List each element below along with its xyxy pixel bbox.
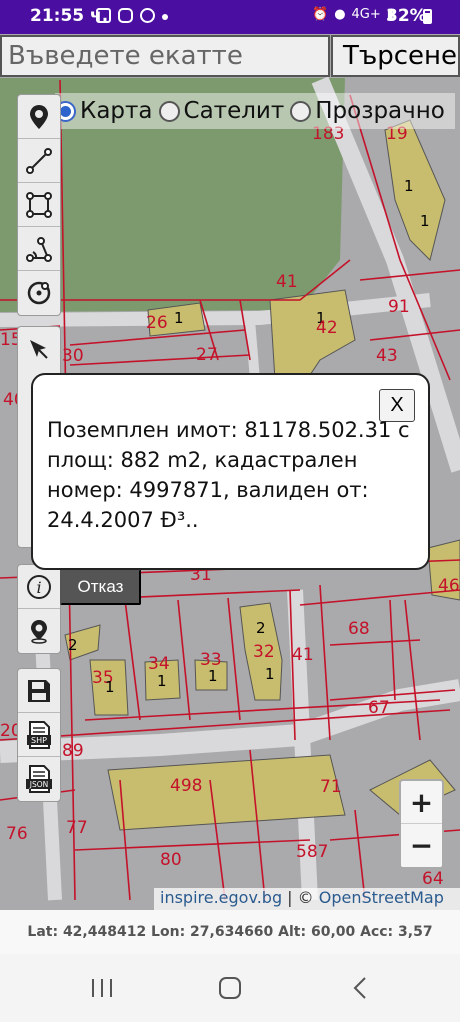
drawing-toolbar: [17, 94, 61, 316]
export-toolbar: SHP JSON: [17, 668, 61, 802]
parcel-info-text: Поземплен имот: 81178.502.31 с площ: 882…: [47, 418, 410, 532]
building-floors: 1: [157, 672, 167, 690]
cancel-button[interactable]: Отказ: [60, 569, 141, 605]
pointer-icon: [30, 340, 48, 359]
back-button[interactable]: [340, 972, 380, 1004]
parcel-number: 498: [170, 776, 203, 796]
line-button[interactable]: [18, 139, 60, 183]
parcel-number: 32: [253, 642, 275, 662]
radio-unchecked-icon: [158, 100, 180, 122]
radio-unchecked-icon: [290, 100, 312, 122]
home-button[interactable]: [210, 972, 250, 1004]
location-pin-icon: [31, 620, 47, 644]
alarm-icon: ⏰: [312, 7, 329, 22]
info-toolbar: i: [17, 564, 61, 654]
building-floors: 1: [208, 667, 218, 685]
parcel-number: 80: [160, 850, 182, 870]
parcel-number: 30: [62, 346, 84, 366]
info-button[interactable]: i: [18, 565, 60, 609]
svg-text:SHP: SHP: [31, 736, 47, 745]
layer-selector: Карта Сателит Прозрачно: [55, 93, 455, 129]
parcel-number: 71: [320, 777, 342, 797]
building-floors: 1: [174, 309, 184, 327]
building-floors: 2: [256, 619, 266, 637]
save-icon: [28, 679, 50, 702]
svg-text:i: i: [36, 578, 41, 597]
circle-icon: [27, 281, 51, 305]
system-nav-bar: [0, 954, 460, 1022]
parcel-number: 43: [376, 346, 398, 366]
circle-button[interactable]: [18, 271, 60, 315]
parcel-number: 64: [422, 869, 444, 889]
parcel-number: 89: [62, 741, 84, 761]
pointer-button[interactable]: [18, 327, 60, 371]
building-floors: 1: [404, 177, 414, 195]
marker-icon: [30, 104, 48, 129]
home-icon: [219, 977, 241, 999]
polygon-button[interactable]: [18, 183, 60, 227]
zoom-control: + −: [399, 779, 444, 869]
export-shp-button[interactable]: SHP: [18, 713, 60, 757]
save-button[interactable]: [18, 669, 60, 713]
search-button[interactable]: Търсене: [331, 35, 460, 77]
my-location-button[interactable]: [18, 609, 60, 653]
instagram-icon: [118, 8, 133, 23]
layer-label-map: Карта: [80, 98, 153, 124]
parcel-info-popup: X Поземплен имот: 81178.502.31 с площ: 8…: [31, 373, 430, 570]
line-icon: [26, 147, 52, 174]
network-label: 4G+: [351, 7, 381, 22]
ekatte-search-input[interactable]: [0, 35, 330, 77]
shp-file-icon: SHP: [27, 720, 51, 749]
zoom-out-button[interactable]: −: [401, 824, 442, 867]
parcel-number: 34: [148, 654, 170, 674]
battery-icon: [423, 9, 432, 24]
status-right-icons: ⏰ ● 4G+ ▮: [312, 7, 394, 22]
dot-icon: [162, 14, 168, 20]
parcel-number: 67: [368, 698, 390, 718]
parcel-number: 91: [388, 297, 410, 317]
osm-link[interactable]: OpenStreetMap: [319, 888, 444, 907]
layer-label-satellite: Сателит: [183, 98, 285, 124]
location-icon: ●: [334, 7, 346, 22]
layer-option-map[interactable]: Карта: [55, 98, 153, 124]
marker-button[interactable]: [18, 95, 60, 139]
parcel-number: 46: [438, 576, 460, 596]
building-floors: 2: [68, 636, 78, 654]
battery-percent: 32%: [386, 6, 427, 26]
info-icon: i: [27, 574, 51, 599]
parcel-number: 42: [316, 318, 338, 338]
angle-icon: [26, 236, 52, 262]
json-file-icon: JSON: [26, 765, 52, 793]
layer-option-transparent[interactable]: Прозрачно: [290, 98, 445, 124]
parcel-number: 27: [196, 345, 218, 365]
attribution-separator: | ©: [282, 888, 319, 907]
inspire-link[interactable]: inspire.egov.bg: [160, 888, 282, 907]
recent-apps-button[interactable]: [82, 972, 122, 1004]
parcel-number: 26: [146, 313, 168, 333]
svg-text:JSON: JSON: [29, 780, 49, 789]
building-floors: 1: [420, 212, 430, 230]
back-icon: [353, 977, 366, 999]
building-floors: 1: [265, 665, 275, 683]
recent-apps-icon: [92, 979, 112, 997]
export-json-button[interactable]: JSON: [18, 757, 60, 801]
gps-coordinates: Lat: 42,448412 Lon: 27,634660 Alt: 60,00…: [0, 910, 460, 954]
parcel-number: 68: [348, 619, 370, 639]
parcel-number: 76: [6, 824, 28, 844]
parcel-number: 77: [66, 818, 88, 838]
angle-button[interactable]: [18, 227, 60, 271]
mail-icon: [96, 8, 111, 23]
map-attribution: inspire.egov.bg | © OpenStreetMap: [154, 888, 460, 910]
zoom-in-button[interactable]: +: [401, 781, 442, 824]
building-floors: 1: [105, 678, 115, 696]
layer-label-transparent: Прозрачно: [315, 98, 445, 124]
polygon-icon: [26, 191, 52, 218]
app-icon: [140, 8, 155, 23]
parcel-number: 41: [292, 645, 314, 665]
parcel-number: 587: [296, 842, 329, 862]
parcel-number: 41: [276, 272, 298, 292]
layer-option-satellite[interactable]: Сателит: [158, 98, 285, 124]
status-bar: 21:55 ч. ⏰ ● 4G+ ▮ 32%: [0, 0, 460, 34]
